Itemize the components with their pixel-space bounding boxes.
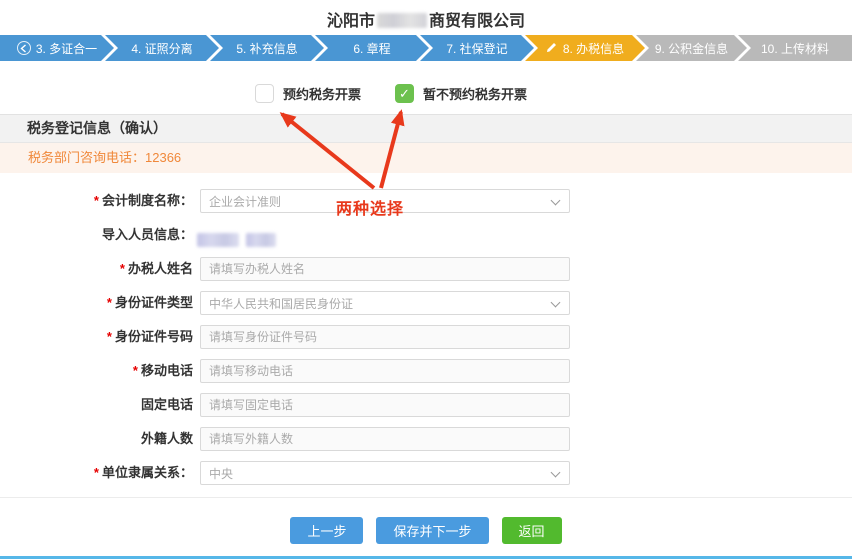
required-mark: * bbox=[94, 193, 99, 208]
back-circle-icon[interactable] bbox=[17, 41, 31, 55]
check-icon: ✓ bbox=[399, 86, 410, 102]
step-label: 7. 社保登记 bbox=[446, 40, 507, 57]
redacted-name bbox=[246, 233, 276, 247]
required-mark: * bbox=[107, 295, 112, 310]
save-and-next-button[interactable]: 保存并下一步 bbox=[376, 517, 488, 544]
page-title: 沁阳市 商贸有限公司 bbox=[0, 7, 852, 31]
step-label: 4. 证照分离 bbox=[131, 40, 192, 57]
annotation-text: 两种选择 bbox=[336, 195, 404, 219]
tax-registration-section-header: 税务登记信息（确认） bbox=[0, 114, 852, 143]
required-mark: * bbox=[133, 363, 138, 378]
return-button[interactable]: 返回 bbox=[502, 517, 562, 544]
chevron-down-icon bbox=[551, 298, 561, 308]
company-name-suffix: 商贸有限公司 bbox=[429, 13, 525, 30]
tax-agent-name-input[interactable] bbox=[200, 257, 570, 281]
field-label: *身份证件类型 bbox=[0, 291, 193, 315]
company-name-prefix: 沁阳市 bbox=[327, 13, 375, 30]
pencil-icon bbox=[546, 41, 558, 56]
field-label: 外籍人数 bbox=[0, 427, 193, 451]
no-reserve-invoice-option[interactable]: ✓ 暂不预约税务开票 bbox=[395, 84, 527, 103]
step-10-upload-materials[interactable]: 10. 上传材料 bbox=[738, 35, 852, 61]
form-row-tax-agent-name: *办税人姓名 bbox=[0, 257, 580, 281]
step-label: 6. 章程 bbox=[353, 40, 390, 57]
required-mark: * bbox=[107, 329, 112, 344]
chevron-down-icon bbox=[551, 468, 561, 478]
step-progress-bar: 3. 多证合一 4. 证照分离 5. 补充信息 6. 章程 7. 社保登记 8.… bbox=[0, 35, 852, 61]
step-8-tax-info-active[interactable]: 8. 办税信息 bbox=[525, 35, 645, 61]
field-label: *移动电话 bbox=[0, 359, 193, 383]
required-mark: * bbox=[94, 465, 99, 480]
landline-phone-input[interactable] bbox=[200, 393, 570, 417]
id-number-input[interactable] bbox=[200, 325, 570, 349]
no-reserve-invoice-label: 暂不预约税务开票 bbox=[423, 84, 527, 103]
redacted-personnel-names bbox=[197, 228, 283, 252]
step-4-license-separation[interactable]: 4. 证照分离 bbox=[105, 35, 219, 61]
step-label: 8. 办税信息 bbox=[563, 40, 624, 57]
form-row-imported-personnel: 导入人员信息： bbox=[0, 223, 580, 247]
step-label: 10. 上传材料 bbox=[761, 40, 829, 57]
no-reserve-invoice-checkbox-checked[interactable]: ✓ bbox=[395, 84, 414, 103]
unit-affiliation-select[interactable]: 中央 bbox=[200, 461, 570, 485]
field-label: *办税人姓名 bbox=[0, 257, 193, 281]
previous-step-button[interactable]: 上一步 bbox=[290, 517, 363, 544]
field-label: *身份证件号码 bbox=[0, 325, 193, 349]
reserve-invoice-label: 预约税务开票 bbox=[283, 84, 361, 103]
tax-hotline-notice: 税务部门咨询电话：12366 bbox=[0, 143, 852, 173]
step-5-supplementary-info[interactable]: 5. 补充信息 bbox=[210, 35, 324, 61]
step-3-multi-cert[interactable]: 3. 多证合一 bbox=[0, 35, 114, 61]
foreign-personnel-count-input[interactable] bbox=[200, 427, 570, 451]
mobile-phone-input[interactable] bbox=[200, 359, 570, 383]
field-label: 固定电话 bbox=[0, 393, 193, 417]
redacted-company-name bbox=[377, 13, 427, 28]
step-label: 3. 多证合一 bbox=[36, 40, 97, 57]
action-button-row: 上一步 保存并下一步 返回 bbox=[0, 517, 852, 544]
field-label: 导入人员信息： bbox=[0, 223, 193, 247]
registration-wizard-page: 沁阳市 商贸有限公司 3. 多证合一 4. 证照分离 5. 补充信息 6. 章程 … bbox=[0, 0, 852, 559]
field-label: *会计制度名称： bbox=[0, 189, 193, 213]
field-label: *单位隶属关系： bbox=[0, 461, 193, 485]
form-bottom-divider bbox=[0, 497, 852, 498]
form-row-landline-phone: 固定电话 bbox=[0, 393, 580, 417]
reserve-invoice-option[interactable]: 预约税务开票 bbox=[255, 84, 361, 103]
step-6-charter[interactable]: 6. 章程 bbox=[315, 35, 429, 61]
step-label: 5. 补充信息 bbox=[236, 40, 297, 57]
redacted-name bbox=[197, 233, 239, 247]
form-row-foreign-personnel-count: 外籍人数 bbox=[0, 427, 580, 451]
step-label: 9. 公积金信息 bbox=[655, 40, 728, 57]
select-value: 中央 bbox=[209, 465, 233, 482]
chevron-down-icon bbox=[551, 196, 561, 206]
form-row-accounting-system: *会计制度名称： 企业会计准则 bbox=[0, 189, 580, 213]
required-mark: * bbox=[120, 261, 125, 276]
step-9-provident-fund[interactable]: 9. 公积金信息 bbox=[636, 35, 747, 61]
select-value: 中华人民共和国居民身份证 bbox=[209, 295, 353, 312]
select-value: 企业会计准则 bbox=[209, 193, 281, 210]
reserve-invoice-checkbox[interactable] bbox=[255, 84, 274, 103]
form-row-id-type: *身份证件类型 中华人民共和国居民身份证 bbox=[0, 291, 580, 315]
form-row-unit-affiliation: *单位隶属关系： 中央 bbox=[0, 461, 580, 485]
step-7-social-security[interactable]: 7. 社保登记 bbox=[420, 35, 534, 61]
id-type-select[interactable]: 中华人民共和国居民身份证 bbox=[200, 291, 570, 315]
form-row-id-number: *身份证件号码 bbox=[0, 325, 580, 349]
form-row-mobile-phone: *移动电话 bbox=[0, 359, 580, 383]
